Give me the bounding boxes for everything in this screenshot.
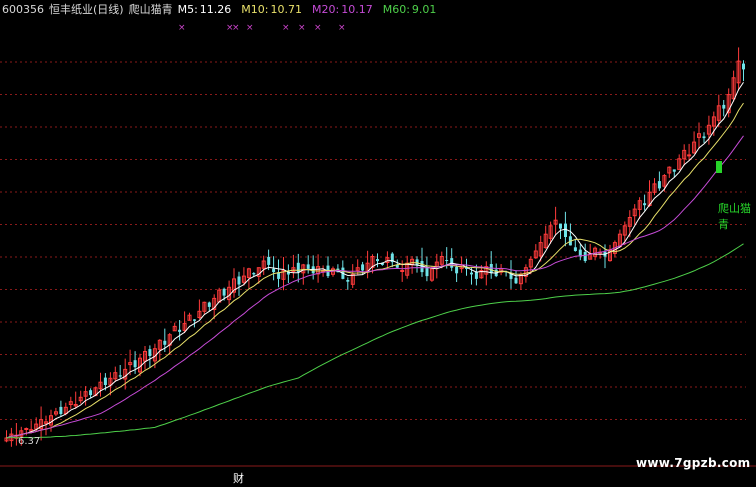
candle-down: [267, 256, 271, 265]
candle-down: [489, 264, 493, 274]
candle-down: [474, 272, 478, 279]
chart-header: 600356 恒丰纸业(日线) 爬山猫青 M5: 11.26 M10: 10.71 M20: 1…: [2, 2, 441, 18]
candle-down: [163, 340, 167, 345]
candle-down: [559, 223, 562, 229]
signal-marker: ×: [282, 23, 290, 33]
signal-marker: ×: [298, 23, 306, 33]
candle-down: [148, 349, 152, 356]
candle-down: [702, 136, 706, 139]
ma5-value: 11.26: [199, 3, 232, 16]
min-price-label: 6.37: [18, 436, 41, 447]
candle-down: [118, 375, 122, 377]
candle-down: [376, 259, 379, 262]
ma20-value: 10.17: [341, 3, 373, 16]
ma60-value: 9.01: [411, 3, 437, 16]
stock-name: 恒丰纸业(日线): [49, 3, 124, 16]
candle-down: [272, 268, 276, 273]
candle-up: [687, 154, 692, 157]
candle-down: [564, 223, 567, 237]
candle-down: [742, 63, 745, 70]
candle-down: [193, 319, 196, 321]
candle-down: [455, 266, 459, 274]
candle-down: [657, 181, 661, 189]
candle-down: [425, 267, 429, 277]
candle-down: [103, 377, 107, 385]
signal-marker: ×: [314, 23, 322, 33]
candle-down: [361, 264, 365, 271]
candle-down: [252, 273, 256, 275]
ma10-label: M10: 10.71: [241, 3, 303, 16]
signal-marker: ×: [338, 23, 346, 33]
finance-marker[interactable]: 财: [233, 470, 244, 486]
ma60-label: M60: 9.01: [382, 3, 437, 16]
candle-up: [400, 270, 405, 272]
indicator-name: 爬山猫青: [128, 3, 173, 16]
candle-down: [415, 259, 419, 265]
ma60-line: [6, 243, 744, 439]
signal-label: 爬山猫青: [718, 202, 751, 231]
candle-down: [89, 390, 93, 396]
ma20-line: [6, 135, 744, 439]
signal-marker: ×: [232, 23, 240, 33]
candle-down: [445, 260, 449, 261]
candle-down: [59, 406, 63, 414]
candle-down: [722, 104, 726, 109]
candle-up: [24, 428, 29, 430]
candle-down: [133, 360, 137, 368]
candle-down: [573, 247, 577, 251]
candle-down: [178, 329, 182, 332]
signal-marker: ×: [178, 23, 186, 33]
candle-down: [237, 276, 241, 285]
candle-down: [470, 272, 473, 275]
buy-signal-arrow: [716, 161, 722, 173]
signal-marker: ×: [246, 23, 254, 33]
candlestick-chart[interactable]: × ×× × × × × ×: [0, 0, 756, 487]
candle-down: [583, 252, 587, 261]
stock-code: 600356: [2, 3, 44, 16]
candle-down: [207, 302, 211, 307]
candle-down: [672, 169, 676, 172]
candle-down: [306, 264, 310, 269]
watermark: www.7gpzb.com: [636, 456, 751, 470]
candle-down: [222, 288, 226, 296]
candle-down: [346, 280, 350, 282]
ma20-label: M20: 10.17: [312, 3, 373, 16]
ma5-line: [6, 82, 744, 439]
candle-down: [643, 203, 647, 206]
ma10-value: 10.71: [270, 3, 303, 16]
ma5-label: M5: 11.26: [177, 3, 232, 16]
candle-down: [514, 277, 518, 284]
